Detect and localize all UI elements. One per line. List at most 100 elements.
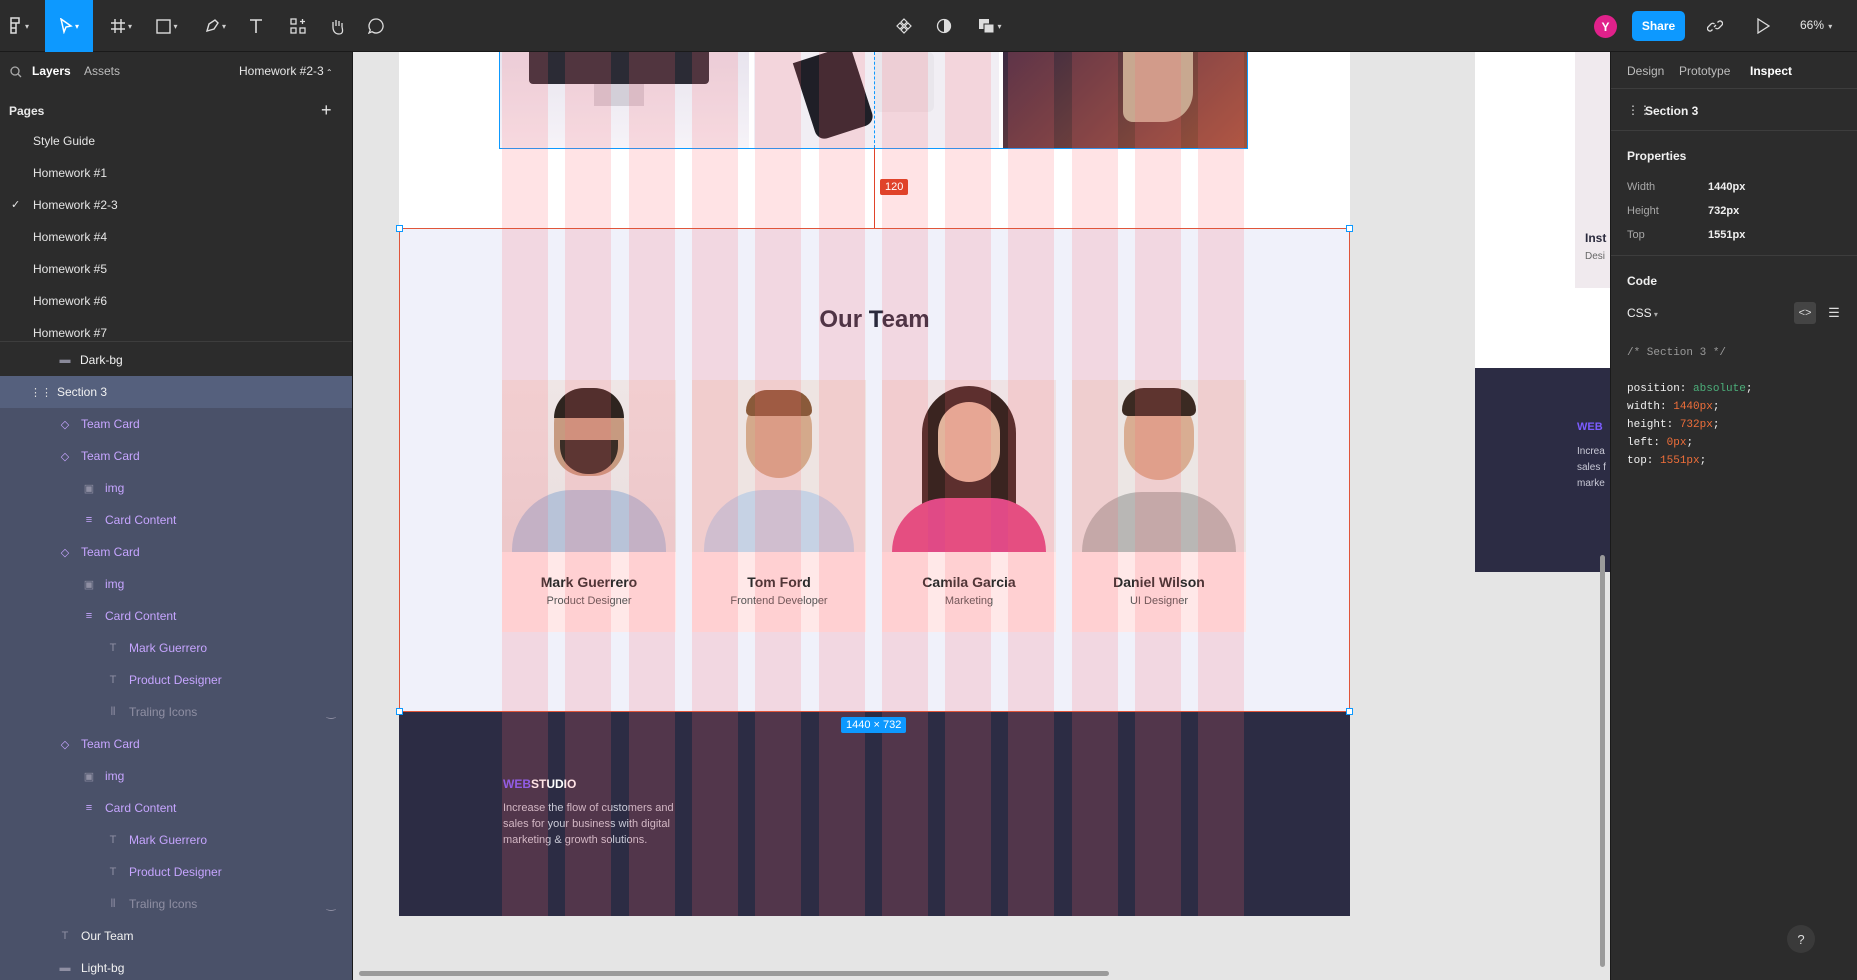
code-view-icon[interactable]: <> [1794, 302, 1816, 324]
layer-label: Mark Guerrero [129, 641, 208, 655]
page-item[interactable]: Homework #1 [33, 166, 107, 180]
horizontal-scrollbar[interactable] [359, 971, 1109, 976]
adjacent-frame[interactable]: Inst Desi [1475, 52, 1610, 368]
list-view-icon[interactable]: ☰ [1823, 302, 1845, 324]
hidden-eye-icon[interactable]: ‿ [324, 705, 338, 719]
tab-assets[interactable]: Assets [84, 64, 120, 78]
resize-handle-bl[interactable] [396, 708, 403, 715]
code-language-dropdown[interactable]: CSS ▾ [1627, 306, 1658, 320]
page-item-current[interactable]: Homework #2-3 [33, 198, 118, 212]
layer-row[interactable]: ▣ img [0, 760, 352, 792]
grid-column [628, 52, 675, 916]
layer-row[interactable]: ≡ Card Content [0, 792, 352, 824]
resize-handle-br[interactable] [1346, 708, 1353, 715]
text-t-icon [250, 19, 262, 33]
figma-logo-icon [10, 17, 20, 34]
layer-row[interactable]: T Product Designer [0, 856, 352, 888]
property-value[interactable]: 1551px [1708, 229, 1745, 241]
play-icon [1757, 18, 1770, 34]
layer-row[interactable]: ▣ img [0, 568, 352, 600]
code-prop: left: [1627, 437, 1661, 449]
comment-tool-button[interactable] [362, 0, 390, 52]
cursor-arrow-icon [59, 18, 73, 34]
grid-column [945, 52, 992, 916]
layer-row[interactable]: ◇ Team Card [0, 440, 352, 472]
mask-button[interactable] [930, 0, 958, 52]
grid-column [565, 52, 612, 916]
search-icon[interactable] [10, 66, 22, 78]
adjacent-text-line: marke [1577, 478, 1605, 489]
code-line[interactable]: height: 732px; [1627, 419, 1719, 431]
layer-row[interactable]: T Our Team [0, 920, 352, 952]
spacing-measure-label: 120 [880, 179, 909, 195]
layer-row[interactable]: ≡ Card Content [0, 600, 352, 632]
layer-row[interactable]: ▬ Light-bg [0, 952, 352, 980]
code-line[interactable]: top: 1551px; [1627, 455, 1706, 467]
code-prop: position: [1627, 383, 1687, 395]
layer-row[interactable]: ▬ Dark-bg [0, 344, 352, 376]
layer-label: img [105, 577, 125, 591]
shape-tool-button[interactable]: ▾ [150, 0, 184, 52]
component-diamond-icon [896, 18, 912, 34]
code-line[interactable]: width: 1440px; [1627, 401, 1719, 413]
property-value[interactable]: 1440px [1708, 181, 1745, 193]
page-switcher[interactable]: Homework #2-3 ⌃ [239, 64, 333, 78]
page-item[interactable]: Homework #7 [33, 326, 107, 340]
vertical-scrollbar[interactable] [1600, 555, 1605, 967]
hidden-eye-icon[interactable]: ‿ [324, 897, 338, 911]
adjacent-footer[interactable]: WEB Increa sales f marke [1475, 368, 1610, 572]
user-avatar[interactable]: Y [1594, 15, 1617, 38]
auto-layout-icon: ≡ [85, 514, 93, 526]
tab-design[interactable]: Design [1627, 64, 1664, 78]
resize-handle-tl[interactable] [396, 225, 403, 232]
layer-row-selected[interactable]: ⋮⋮ Section 3 [0, 376, 352, 408]
adjacent-text-line: sales f [1577, 462, 1606, 473]
text-tool-button[interactable] [243, 0, 269, 52]
frame-tool-button[interactable]: ▾ [104, 0, 138, 52]
components-button[interactable] [890, 0, 918, 52]
page-item[interactable]: Style Guide [33, 134, 95, 148]
pen-tool-button[interactable]: ▾ [198, 0, 232, 52]
main-menu-button[interactable]: ▾ [0, 0, 38, 52]
add-page-icon[interactable]: + [321, 100, 332, 121]
hand-tool-button[interactable] [323, 0, 351, 52]
tab-prototype[interactable]: Prototype [1679, 64, 1730, 78]
code-line[interactable]: position: absolute; [1627, 383, 1752, 395]
hand-icon [332, 19, 344, 35]
layer-row[interactable]: ▣ img [0, 472, 352, 504]
zoom-dropdown[interactable]: 66% ▾ [1800, 18, 1832, 32]
page-item[interactable]: Homework #6 [33, 294, 107, 308]
divider [1611, 255, 1857, 256]
property-value[interactable]: 732px [1708, 205, 1739, 217]
boolean-ops-button[interactable]: ▾ [972, 0, 1008, 52]
code-heading: Code [1627, 274, 1657, 288]
resize-handle-tr[interactable] [1346, 225, 1353, 232]
copy-link-button[interactable] [1700, 0, 1730, 52]
move-tool-button[interactable]: ▾ [45, 0, 93, 52]
image-icon: ▣ [83, 770, 95, 783]
grid-column [502, 52, 548, 916]
page-item[interactable]: Homework #5 [33, 262, 107, 276]
resources-button[interactable] [284, 0, 312, 52]
layer-row[interactable]: ◇ Team Card [0, 728, 352, 760]
tab-inspect[interactable]: Inspect [1750, 64, 1792, 78]
code-line[interactable]: left: 0px; [1627, 437, 1693, 449]
layer-row[interactable]: T Mark Guerrero [0, 824, 352, 856]
present-button[interactable] [1748, 0, 1778, 52]
layer-row[interactable]: ◇ Team Card [0, 536, 352, 568]
grid-column [755, 52, 802, 916]
help-button[interactable]: ? [1787, 925, 1815, 953]
share-button[interactable]: Share [1632, 11, 1685, 41]
layer-row[interactable]: ≡ Card Content [0, 504, 352, 536]
layer-label: Card Content [105, 513, 177, 527]
layer-row[interactable]: T Mark Guerrero [0, 632, 352, 664]
tab-layers[interactable]: Layers [32, 64, 71, 78]
layer-row[interactable]: T Product Designer [0, 664, 352, 696]
layer-row[interactable]: ⦀ Traling Icons ‿ [0, 888, 352, 920]
design-canvas[interactable]: Inst Desi WEB Increa sales f marke Our T… [353, 52, 1610, 980]
layer-row[interactable]: ◇ Team Card [0, 408, 352, 440]
layer-row[interactable]: ⦀ Traling Icons ‿ [0, 696, 352, 728]
grid-column [1135, 52, 1181, 916]
page-item[interactable]: Homework #4 [33, 230, 107, 244]
right-panel: Design Prototype Inspect ⋮⋮ Section 3 Pr… [1610, 52, 1857, 980]
